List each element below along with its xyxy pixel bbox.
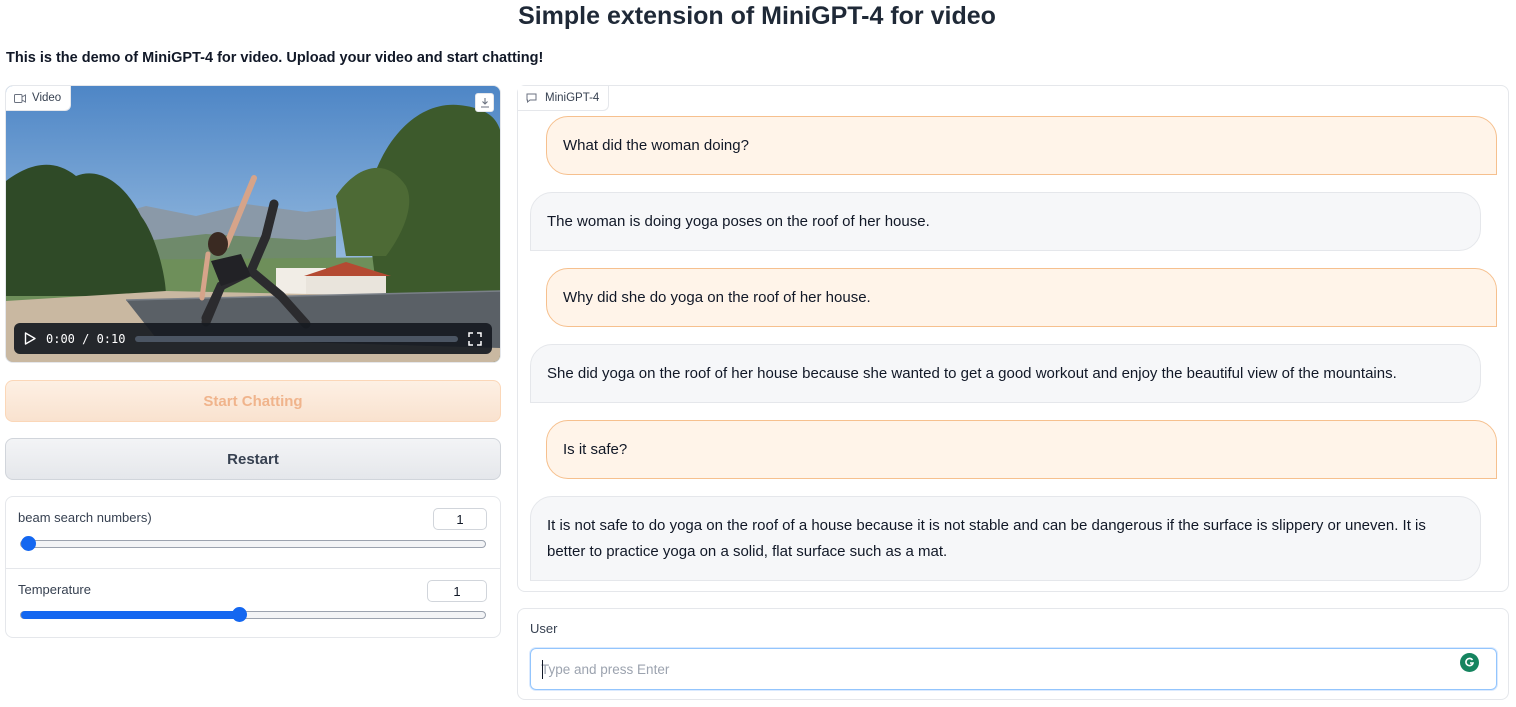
video-label-text: Video — [32, 92, 62, 104]
text-caret — [542, 660, 543, 679]
user-input-box[interactable] — [530, 648, 1497, 690]
temperature-slider-block: Temperature 1 — [6, 568, 500, 638]
temperature-label: Temperature — [18, 582, 91, 597]
restart-button[interactable]: Restart — [5, 438, 501, 480]
chat-message-bot: The woman is doing yoga poses on the roo… — [530, 192, 1481, 251]
chatbot-label-text: MiniGPT-4 — [545, 92, 600, 104]
grammarly-icon[interactable] — [1460, 653, 1479, 672]
chat-message-user: What did the woman doing? — [546, 116, 1497, 175]
play-icon[interactable] — [24, 332, 36, 345]
start-chatting-button[interactable]: Start Chatting — [5, 380, 501, 422]
chat-message-bot: She did yoga on the roof of her house be… — [530, 344, 1481, 403]
download-icon — [480, 98, 489, 108]
beam-search-label: beam search numbers) — [18, 510, 152, 525]
video-controls: 0:00 / 0:10 — [14, 323, 492, 354]
temperature-number-input[interactable]: 1 — [427, 580, 487, 602]
user-input-label: User — [530, 621, 558, 636]
user-message-input[interactable] — [541, 649, 1441, 689]
video-component-label: Video — [6, 86, 72, 111]
chatbot-label: MiniGPT-4 — [518, 86, 610, 111]
page-description: This is the demo of MiniGPT-4 for video.… — [6, 50, 544, 66]
download-button[interactable] — [475, 93, 494, 112]
temperature-slider-fill — [21, 611, 240, 619]
video-panel[interactable]: Video 0:00 / 0:10 — [5, 85, 501, 363]
temperature-slider-thumb[interactable] — [232, 607, 248, 622]
temperature-slider[interactable] — [20, 607, 486, 622]
video-time: 0:00 / 0:10 — [46, 331, 126, 346]
user-input-panel: User — [517, 608, 1509, 700]
chatbot-panel: MiniGPT-4 What did the woman doing? The … — [517, 85, 1509, 592]
settings-panel: beam search numbers) 1 Temperature 1 — [5, 496, 501, 638]
beam-search-slider-thumb[interactable] — [21, 536, 36, 551]
chat-message-bot: It is not safe to do yoga on the roof of… — [530, 496, 1481, 581]
beam-search-slider[interactable] — [20, 536, 486, 551]
chat-icon — [526, 93, 537, 103]
chat-message-user: Why did she do yoga on the roof of her h… — [546, 268, 1497, 327]
video-frame — [6, 86, 500, 362]
video-camera-icon — [14, 93, 26, 103]
fullscreen-icon[interactable] — [468, 331, 482, 346]
video-progress-bar[interactable] — [135, 335, 458, 342]
page-title: Simple extension of MiniGPT-4 for video — [518, 2, 996, 30]
beam-search-slider-block: beam search numbers) 1 — [6, 497, 500, 567]
chat-message-user: Is it safe? — [546, 420, 1497, 479]
beam-search-number-input[interactable]: 1 — [433, 508, 487, 530]
